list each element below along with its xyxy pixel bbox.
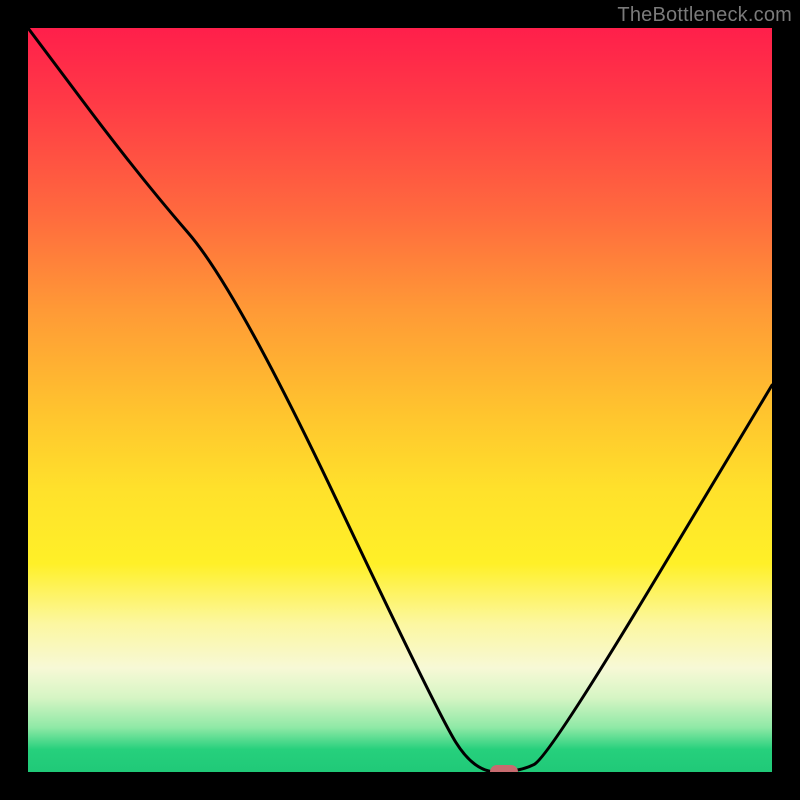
plot-area xyxy=(28,28,772,772)
bottleneck-curve xyxy=(28,28,772,772)
curve-path xyxy=(28,28,772,772)
optimal-marker xyxy=(490,765,518,772)
watermark-text: TheBottleneck.com xyxy=(617,4,792,27)
chart-frame: TheBottleneck.com xyxy=(0,0,800,800)
